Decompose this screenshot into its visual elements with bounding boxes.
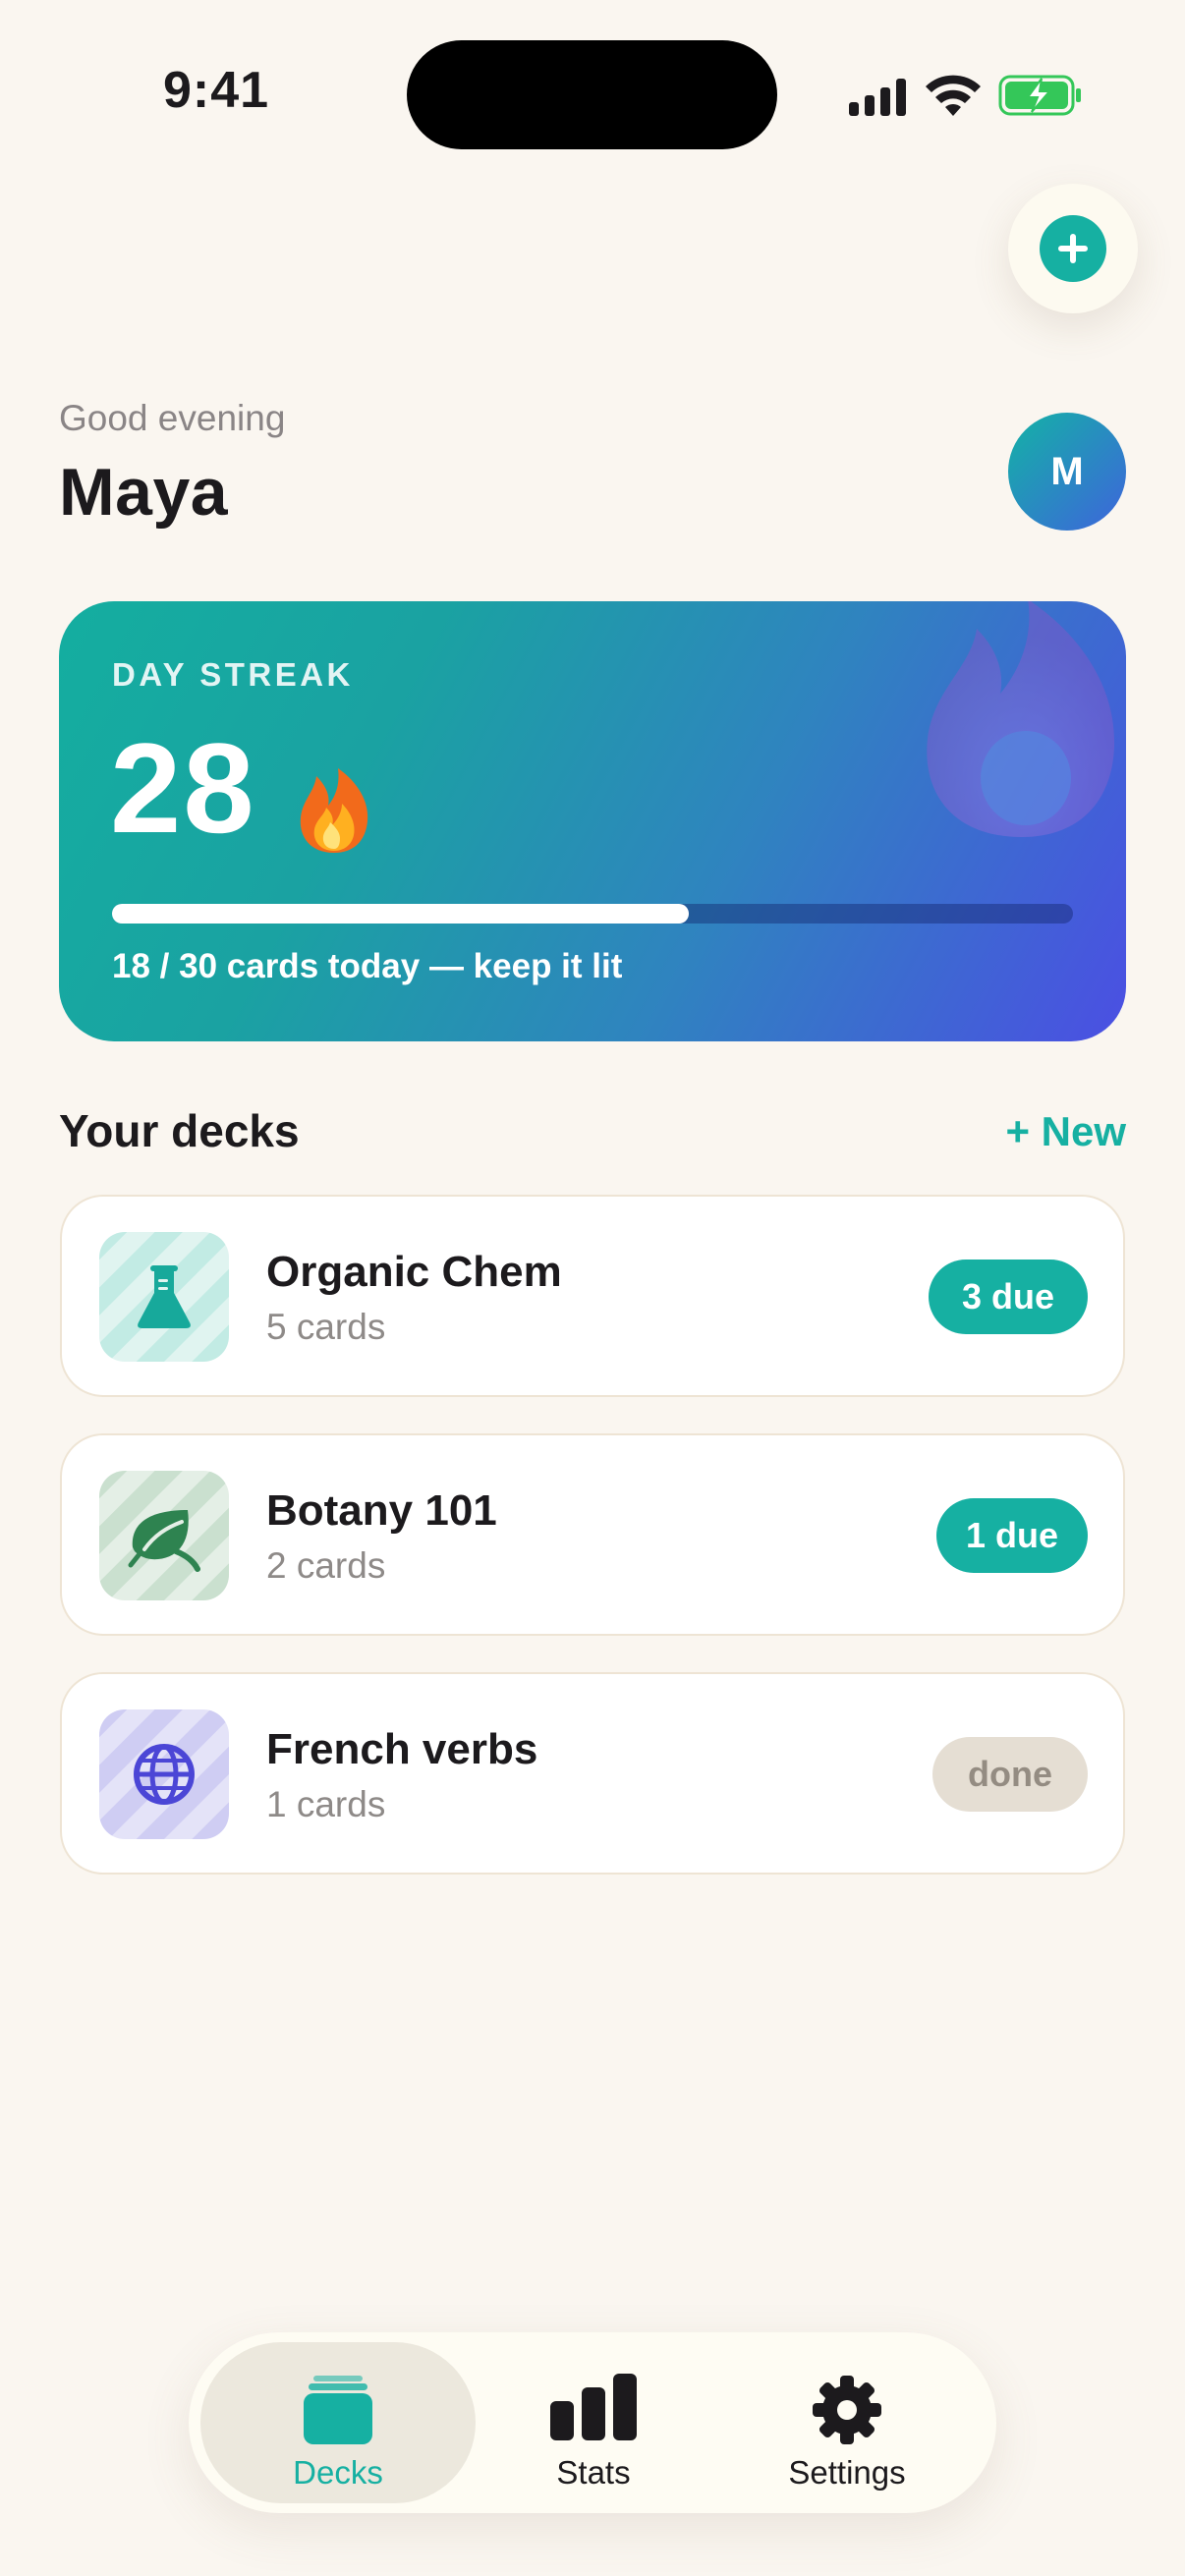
deck-card-count: 1 cards xyxy=(266,1784,386,1824)
leaf-icon xyxy=(99,1471,229,1600)
section-title: Your decks xyxy=(59,1105,300,1156)
battery-charging-icon xyxy=(998,75,1081,116)
tab-label: Stats xyxy=(556,2454,631,2491)
tab-label: Settings xyxy=(788,2454,906,2491)
deck-card-count: 2 cards xyxy=(266,1545,386,1586)
avatar[interactable]: M xyxy=(1008,413,1126,531)
streak-count: 28 xyxy=(110,716,256,860)
status-bar: 9:41 xyxy=(0,0,1185,187)
streak-label: DAY STREAK xyxy=(112,656,354,693)
wifi-icon xyxy=(926,75,981,116)
globe-icon xyxy=(99,1709,229,1839)
tab-bar: Decks Stats Settings xyxy=(189,2332,996,2513)
add-button[interactable] xyxy=(1008,184,1138,313)
flask-icon xyxy=(99,1232,229,1362)
streak-progress-fill xyxy=(112,904,689,924)
due-badge: 3 due xyxy=(929,1260,1088,1334)
cellular-signal-icon xyxy=(849,79,906,116)
tab-decks[interactable]: Decks xyxy=(200,2342,476,2503)
background-flame-icon xyxy=(927,601,1115,837)
tab-label: Decks xyxy=(293,2454,383,2491)
gear-icon xyxy=(813,2376,881,2444)
deck-name: Organic Chem xyxy=(266,1248,562,1296)
deck-name: French verbs xyxy=(266,1725,538,1773)
fire-icon xyxy=(300,768,368,853)
greeting-text: Good evening xyxy=(59,398,286,438)
plus-icon xyxy=(1058,234,1088,263)
done-badge: done xyxy=(932,1737,1088,1812)
due-badge: 1 due xyxy=(936,1498,1088,1573)
deck-card-count: 5 cards xyxy=(266,1307,386,1347)
status-time: 9:41 xyxy=(163,62,270,119)
tab-stats[interactable]: Stats xyxy=(456,2342,731,2503)
deck-card-botany-101[interactable]: Botany 101 2 cards 1 due xyxy=(60,1433,1125,1636)
cards-icon xyxy=(304,2376,372,2444)
tab-settings[interactable]: Settings xyxy=(709,2342,985,2503)
user-name: Maya xyxy=(59,455,229,530)
bar-chart-icon xyxy=(550,2374,637,2440)
add-button-circle xyxy=(1040,215,1106,282)
new-deck-link[interactable]: + New xyxy=(1005,1108,1126,1155)
deck-card-organic-chem[interactable]: Organic Chem 5 cards 3 due xyxy=(60,1195,1125,1397)
deck-name: Botany 101 xyxy=(266,1486,497,1535)
streak-progress-bar xyxy=(112,904,1073,924)
dynamic-island xyxy=(407,40,777,149)
streak-progress-text: 18 / 30 cards today — keep it lit xyxy=(112,947,623,985)
streak-card: DAY STREAK 28 18 / 30 cards today — keep… xyxy=(59,601,1126,1041)
deck-card-french-verbs[interactable]: French verbs 1 cards done xyxy=(60,1672,1125,1875)
